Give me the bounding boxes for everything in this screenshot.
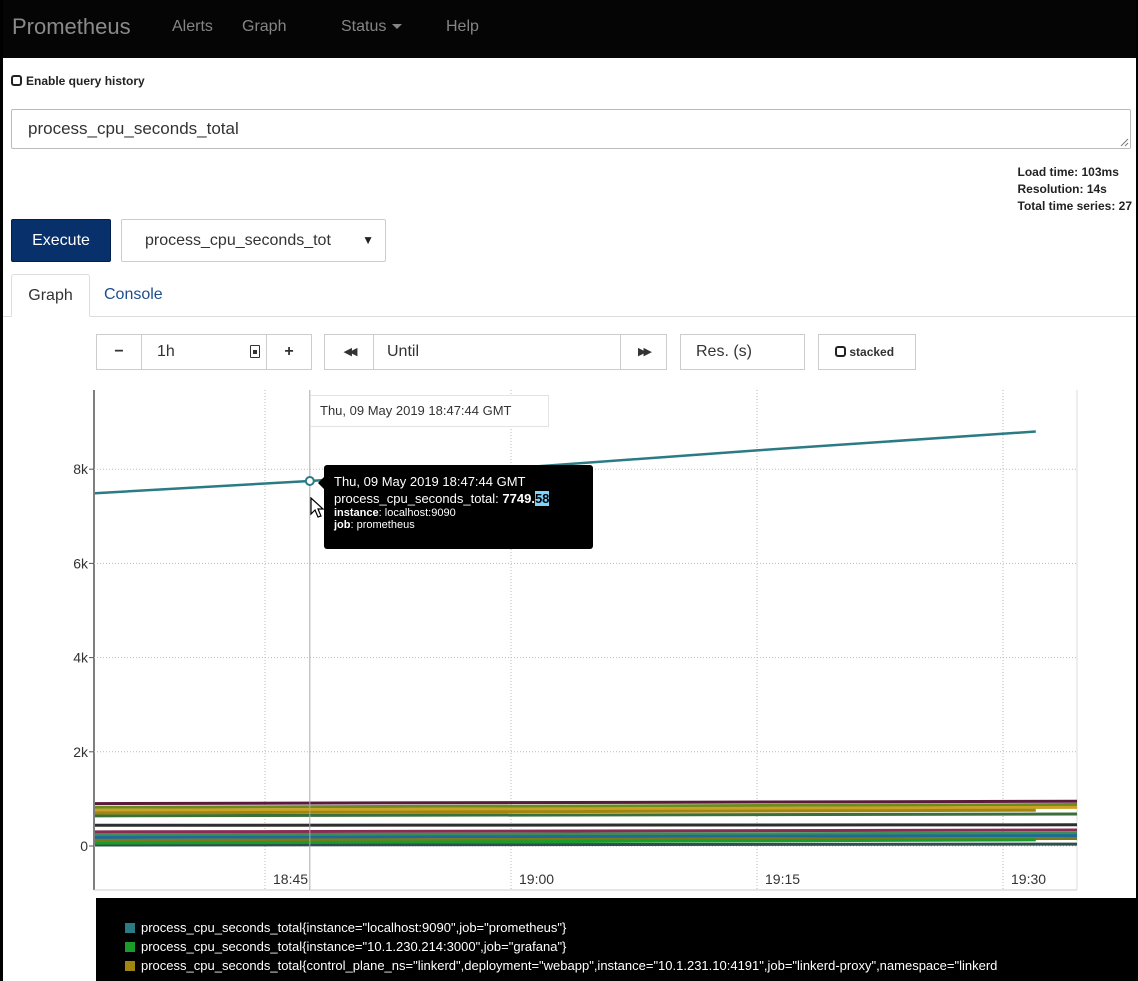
legend-label: process_cpu_seconds_total{control_plane_… (141, 958, 998, 973)
navbar: Prometheus Alerts Graph Status Help (3, 0, 1136, 58)
metric-select-value: process_cpu_seconds_tot (145, 232, 331, 249)
time-back-button[interactable]: ◀◀ (324, 334, 374, 370)
tooltip-value-line: process_cpu_seconds_total: 7749.58 (334, 490, 583, 507)
query-history-toggle[interactable]: Enable query history (11, 74, 145, 88)
x-axis: 18:45 19:00 19:15 19:30 (273, 871, 1046, 887)
expression-input[interactable]: process_cpu_seconds_total (11, 109, 1131, 149)
legend-swatch (125, 942, 135, 952)
stacked-label: stacked (849, 345, 895, 359)
nav-status-label: Status (341, 18, 387, 35)
x-tick-label: 18:45 (273, 871, 308, 887)
y-tick-label: 6k (73, 555, 89, 571)
hover-point (304, 475, 315, 486)
stacked-toggle[interactable]: stacked (818, 334, 916, 370)
resolution-input[interactable]: Res. (s) (680, 334, 805, 370)
series-line (94, 842, 1078, 847)
nav-status[interactable]: Status (341, 18, 403, 36)
legend-item[interactable]: process_cpu_seconds_total{instance="10.1… (125, 937, 1136, 956)
graph-chart[interactable]: 0 2k 4k 6k 8k 18:45 19:00 19:15 19:30 (3, 386, 1136, 898)
tooltip-instance-key: instance (334, 507, 379, 519)
stacked-checkbox[interactable] (835, 346, 846, 357)
legend-label: process_cpu_seconds_total{instance="loca… (141, 920, 567, 935)
legend-label: process_cpu_seconds_total{instance="10.1… (141, 939, 567, 954)
app-frame: Prometheus Alerts Graph Status Help Enab… (0, 0, 1138, 981)
query-history-label: Enable query history (26, 74, 145, 88)
tooltip-instance: instance: localhost:9090 (334, 507, 583, 519)
tooltip-instance-val: : localhost:9090 (378, 507, 456, 519)
nav-graph[interactable]: Graph (242, 18, 286, 36)
y-tick-label: 4k (73, 650, 89, 666)
until-input[interactable]: Until (373, 334, 621, 370)
x-tick-label: 19:00 (519, 871, 554, 887)
tooltip-job-key: job (334, 519, 351, 531)
range-decrease-button[interactable]: − (96, 334, 142, 370)
query-history-checkbox[interactable] (11, 75, 22, 86)
execute-button[interactable]: Execute (11, 219, 111, 262)
series-line (94, 834, 1078, 840)
total-series: Total time series: 27 (1017, 199, 1133, 213)
legend: process_cpu_seconds_total{instance="loca… (96, 898, 1136, 981)
series-line (94, 828, 1078, 834)
caret-down-icon (392, 24, 403, 30)
legend-item[interactable]: process_cpu_seconds_total{control_plane_… (125, 956, 1136, 975)
brand-link[interactable]: Prometheus (12, 14, 131, 40)
tooltip-time: Thu, 09 May 2019 18:47:44 GMT (334, 474, 526, 489)
y-tick-label: 2k (73, 744, 89, 760)
tooltip-arrow (318, 477, 324, 489)
series-line (94, 812, 1078, 818)
y-tick-label: 8k (73, 461, 89, 477)
mouse-cursor-icon (310, 497, 325, 518)
nav-help[interactable]: Help (446, 18, 479, 36)
resolution: Resolution: 14s (1017, 182, 1107, 196)
x-tick-label: 19:15 (765, 871, 800, 887)
legend-swatch (125, 923, 135, 933)
tooltip-value-dec: 58 (534, 491, 550, 506)
tooltip-job-val: : prometheus (350, 519, 415, 531)
y-axis: 0 2k 4k 6k 8k (73, 461, 94, 854)
x-tick-label: 19:30 (1011, 871, 1046, 887)
time-forward-button[interactable]: ▶▶ (620, 334, 667, 370)
range-increase-button[interactable]: + (266, 334, 312, 370)
hover-time-label: Thu, 09 May 2019 18:47:44 GMT (310, 395, 549, 427)
resize-grip-icon[interactable] (1120, 138, 1129, 147)
tooltip-metric: process_cpu_seconds_total: (334, 491, 499, 506)
tabs-divider (3, 316, 1136, 317)
metric-select[interactable]: process_cpu_seconds_tot ▼ (121, 219, 386, 262)
calendar-icon[interactable] (250, 345, 260, 358)
y-tick-label: 0 (80, 838, 88, 854)
legend-swatch (125, 961, 135, 971)
nav-alerts[interactable]: Alerts (172, 18, 213, 36)
select-arrow-icon: ▼ (362, 233, 374, 247)
tooltip-value-int: 7749. (502, 491, 535, 506)
tab-graph[interactable]: Graph (11, 274, 90, 317)
tooltip-job: job: prometheus (334, 519, 583, 531)
range-input[interactable]: 1h (141, 334, 267, 370)
tab-console[interactable]: Console (104, 274, 163, 317)
load-time: Load time: 103ms (1017, 165, 1119, 179)
legend-item[interactable]: process_cpu_seconds_total{instance="loca… (125, 918, 1136, 937)
hover-tooltip: Thu, 09 May 2019 18:47:44 GMT process_cp… (318, 465, 593, 549)
range-value: 1h (157, 343, 175, 360)
series-line (94, 799, 1078, 806)
query-stats: Load time: 103ms Resolution: 14s Total t… (1018, 164, 1133, 215)
